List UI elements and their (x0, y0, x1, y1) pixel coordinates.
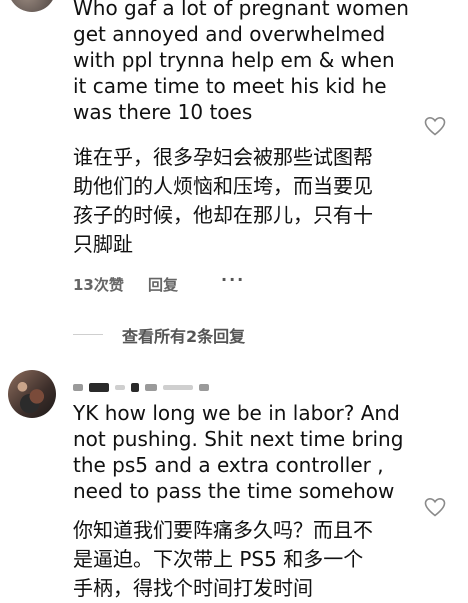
replies-divider (73, 334, 103, 335)
comment-translation: 你知道我们要阵痛多久吗？而且不 是逼迫。下次带上 PS5 和多一个 手柄，得找个… (73, 518, 373, 600)
view-all-replies-link[interactable]: 查看所有2条回复 (122, 323, 245, 347)
comment-text: Who gaf a lot of pregnant women get anno… (73, 0, 409, 124)
like-count[interactable]: 13次赞 (73, 274, 124, 295)
ellipsis-icon[interactable]: ··· (221, 270, 245, 289)
comment-text: YK how long we be in labor? And not push… (73, 401, 404, 503)
like-heart-icon[interactable] (423, 495, 447, 519)
commenter-avatar[interactable] (8, 370, 56, 418)
commenter-avatar[interactable] (8, 0, 56, 12)
like-heart-icon[interactable] (423, 114, 447, 138)
reply-button[interactable]: 回复 (148, 274, 178, 295)
username-obscured[interactable] (73, 380, 209, 394)
comment-translation: 谁在乎，很多孕妇会被那些试图帮 助他们的人烦恼和压垮，而当要见 孩子的时候，他却… (73, 145, 373, 256)
